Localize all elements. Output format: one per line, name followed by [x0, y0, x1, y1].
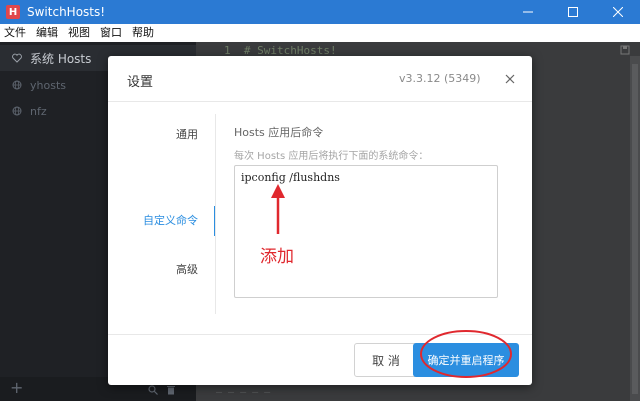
annotation-ellipse	[420, 330, 512, 378]
close-window-button[interactable]	[595, 0, 640, 24]
window-title: SwitchHosts!	[27, 5, 106, 19]
close-icon	[505, 74, 515, 84]
title-bar: H SwitchHosts!	[0, 0, 640, 24]
editor-bottom-lines: — — — — —	[216, 387, 271, 398]
sidebar-item-label: nfz	[30, 104, 47, 118]
scroll-thumb[interactable]	[632, 64, 638, 394]
tab-custom-command[interactable]: 自定义命令	[108, 206, 216, 236]
search-icon[interactable]	[148, 385, 158, 395]
sidebar-item-label: 系统 Hosts	[30, 51, 92, 66]
editor-scrollbar[interactable]	[630, 56, 640, 401]
trash-icon[interactable]	[166, 385, 176, 395]
tab-general[interactable]: 通用	[108, 120, 216, 150]
sidebar-item-label: yhosts	[30, 78, 66, 92]
dialog-header: 设置 v3.3.12 (5349)	[108, 56, 532, 102]
minimize-button[interactable]	[505, 0, 550, 24]
section-title: Hosts 应用后命令	[234, 126, 324, 139]
close-icon	[612, 7, 623, 17]
dialog-close-button[interactable]	[503, 72, 517, 86]
heart-icon	[12, 53, 22, 63]
globe-icon	[12, 80, 22, 90]
settings-tabs: 通用 自定义命令 高级	[108, 102, 216, 334]
menu-help[interactable]: 帮助	[127, 24, 159, 42]
maximize-button[interactable]	[550, 0, 595, 24]
add-icon[interactable]: +	[10, 378, 23, 397]
version-label: v3.3.12 (5349)	[399, 72, 481, 85]
maximize-icon	[567, 7, 578, 17]
app-logo-icon: H	[6, 5, 20, 19]
section-description: 每次 Hosts 应用后将执行下面的系统命令：	[234, 151, 429, 162]
cancel-button[interactable]: 取 消	[354, 343, 418, 377]
tab-divider	[215, 114, 216, 314]
menu-window[interactable]: 窗口	[95, 24, 127, 42]
settings-dialog: 设置 v3.3.12 (5349) 通用 自定义命令 高级 Hosts 应用后命…	[108, 56, 532, 385]
globe-icon	[12, 106, 22, 116]
menu-edit[interactable]: 编辑	[31, 24, 63, 42]
minimize-icon	[522, 11, 533, 13]
annotation-text: 添加	[260, 247, 294, 267]
lock-icon[interactable]	[620, 45, 630, 55]
menu-file[interactable]: 文件	[0, 24, 31, 42]
menu-view[interactable]: 视图	[63, 24, 95, 42]
dialog-title: 设置	[127, 75, 154, 90]
tab-advanced[interactable]: 高级	[108, 255, 216, 285]
menu-bar: 文件 编辑 视图 窗口 帮助	[0, 24, 640, 42]
annotation-arrow	[271, 184, 285, 234]
